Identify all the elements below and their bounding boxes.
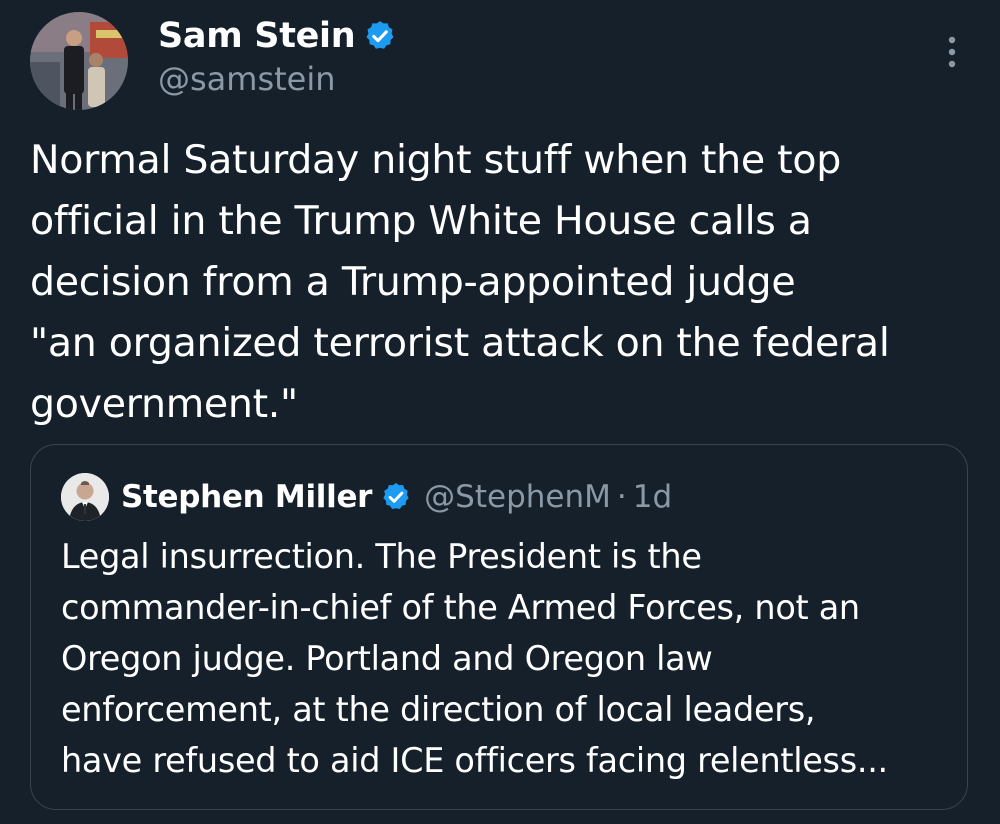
author-name-row: Sam Stein [158, 14, 397, 58]
quoted-tweet-card[interactable]: Stephen Miller @StephenM · 1d Legal insu… [30, 444, 968, 810]
more-vertical-icon [948, 36, 956, 68]
avatar-photo [30, 12, 128, 110]
quoted-timestamp[interactable]: 1d [633, 479, 672, 515]
tweet: Sam Stein @samstein Normal Saturday nigh… [0, 0, 1000, 824]
quoted-separator: · [616, 479, 627, 515]
quoted-avatar-photo [61, 473, 109, 521]
quoted-verified-badge-icon [383, 483, 409, 509]
author-handle[interactable]: @samstein [158, 60, 336, 98]
quoted-tweet-header: Stephen Miller @StephenM · 1d [121, 473, 672, 521]
verified-badge-icon [366, 21, 394, 49]
quoted-author-handle[interactable]: @StephenM [424, 479, 611, 515]
quoted-author-avatar [61, 473, 109, 521]
quoted-tweet-text: Legal insurrection. The President is the… [61, 537, 888, 780]
tweet-text: Normal Saturday night stuff when the top… [30, 137, 890, 427]
author-avatar[interactable] [30, 12, 128, 110]
more-options-button[interactable] [932, 28, 972, 76]
author-name[interactable]: Sam Stein [158, 16, 356, 56]
quoted-author-name[interactable]: Stephen Miller [121, 479, 372, 515]
